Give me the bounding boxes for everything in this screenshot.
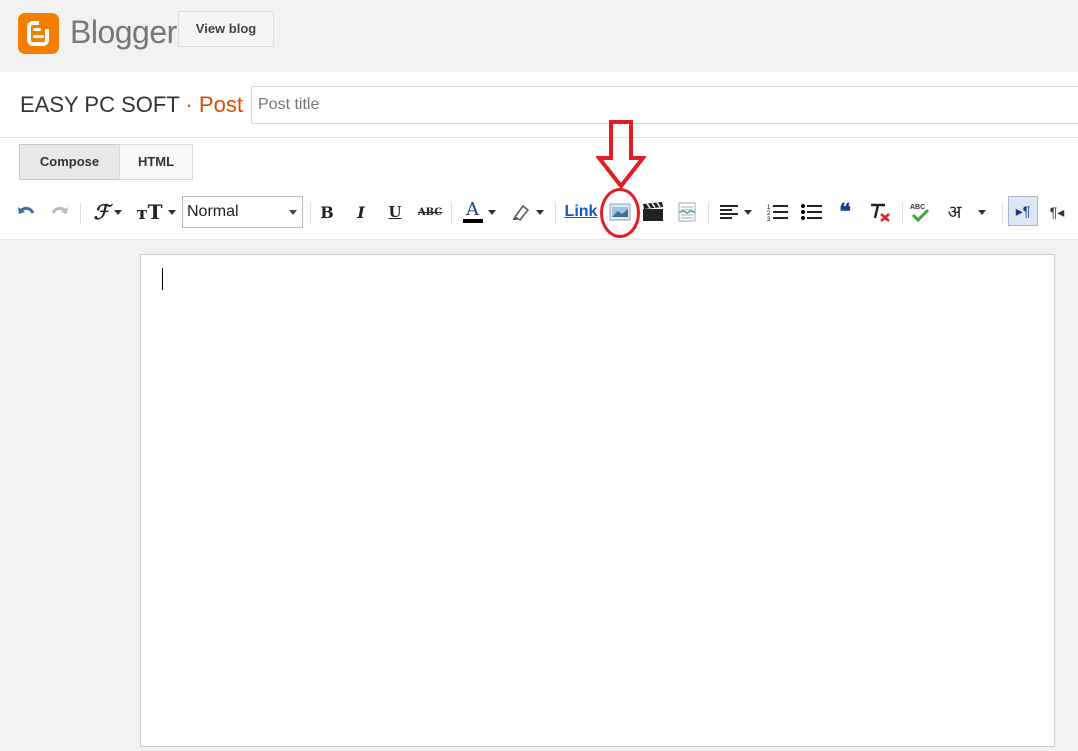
font-size-icon[interactable]: тT [136,186,176,238]
quote-icon[interactable]: ❝ [832,186,858,238]
spell-check-icon[interactable]: ABC [906,186,934,238]
post-label: Post [198,92,243,117]
input-tools-icon[interactable]: अ [940,186,994,238]
red-arrow-annotation-icon [594,120,648,195]
format-select[interactable]: Normal [182,196,303,228]
italic-icon[interactable]: I [350,186,372,238]
format-select-value: Normal [187,203,239,220]
rtl-icon[interactable]: ¶◂ [1044,186,1070,238]
blogger-logo-text[interactable]: Blogger [70,14,177,51]
text-color-icon[interactable]: A [458,186,500,238]
numbered-list-icon[interactable]: 123 [764,186,792,238]
post-editor[interactable] [140,254,1055,747]
underline-glyph: U [388,203,402,221]
tab-compose[interactable]: Compose [19,144,120,180]
strikethrough-icon[interactable]: ABC [416,186,444,238]
red-circle-annotation [600,188,640,238]
svg-text:ABC: ABC [910,204,925,211]
svg-text:3: 3 [767,217,771,221]
post-title-input[interactable] [251,86,1078,124]
view-blog-button[interactable]: View blog [178,11,274,47]
undo-icon[interactable] [14,186,38,238]
breadcrumb-separator: · [179,92,199,117]
link-button[interactable]: Link [562,186,600,238]
bulleted-list-icon[interactable] [798,186,826,238]
font-family-icon[interactable]: ℱ [88,186,128,238]
post-title-row: EASY PC SOFT · Post [0,72,1078,138]
text-cursor [162,268,163,290]
text-color-glyph: A [466,199,479,220]
mode-tabs: Compose HTML [0,138,1078,186]
underline-icon[interactable]: U [384,186,406,238]
remove-formatting-icon[interactable] [866,186,894,238]
quote-glyph: ❝ [839,199,851,224]
bold-glyph: B [320,202,334,222]
blogger-logo-icon[interactable] [18,13,59,54]
strikethrough-glyph: ABC [417,206,443,218]
tab-html[interactable]: HTML [119,144,193,180]
breadcrumb: EASY PC SOFT · Post [20,92,243,118]
top-bar: Blogger View blog [0,0,1078,72]
insert-jump-break-icon[interactable] [674,186,700,238]
italic-glyph: I [357,202,365,222]
input-tools-glyph: अ [947,202,962,223]
blog-name[interactable]: EASY PC SOFT [20,92,179,117]
ltr-icon[interactable]: ▸¶ [1008,196,1038,226]
align-icon[interactable] [714,186,756,238]
link-label: Link [564,203,598,220]
editor-toolbar: ℱ тT Normal B I U ABC A Link 1 2 3 ❝ ABC… [0,186,1078,240]
bold-icon[interactable]: B [316,186,338,238]
redo-icon[interactable] [48,186,72,238]
highlight-icon[interactable] [506,186,548,238]
chevron-down-icon [289,210,297,215]
